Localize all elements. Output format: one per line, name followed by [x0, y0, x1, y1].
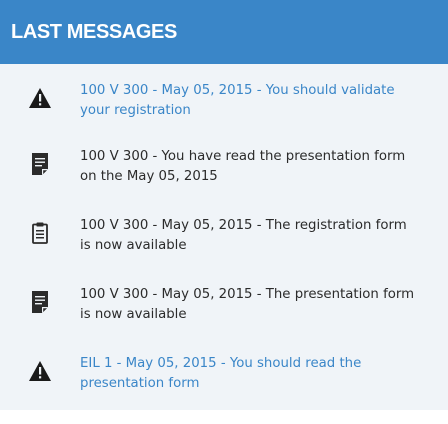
message-item[interactable]: 100 V 300 - May 05, 2015 - You should va… — [0, 64, 448, 133]
warning-icon — [29, 359, 51, 383]
document-icon — [29, 290, 51, 314]
message-item[interactable]: 100 V 300 - You have read the presentati… — [0, 133, 448, 202]
message-text[interactable]: 100 V 300 - May 05, 2015 - You should va… — [80, 81, 420, 121]
clipboard-icon — [29, 221, 51, 245]
message-item[interactable]: EIL 1 - May 05, 2015 - You should read t… — [0, 340, 448, 409]
warning-icon — [29, 86, 51, 110]
message-item[interactable]: 100 V 300 - May 05, 2015 - The registrat… — [0, 202, 448, 271]
panel-title: LAST MESSAGES — [11, 20, 177, 43]
message-text[interactable]: 100 V 300 - You have read the presentati… — [80, 147, 420, 187]
message-text[interactable]: 100 V 300 - May 05, 2015 - The registrat… — [80, 216, 420, 256]
message-text[interactable]: EIL 1 - May 05, 2015 - You should read t… — [80, 354, 420, 394]
last-messages-panel: LAST MESSAGES 100 V 300 - May 05, 2015 -… — [0, 0, 448, 410]
message-item[interactable]: 100 V 300 - May 05, 2015 - The presentat… — [0, 271, 448, 340]
document-icon — [29, 152, 51, 176]
message-text[interactable]: 100 V 300 - May 05, 2015 - The presentat… — [80, 285, 420, 325]
message-list: 100 V 300 - May 05, 2015 - You should va… — [0, 64, 448, 409]
panel-header: LAST MESSAGES — [0, 0, 448, 64]
